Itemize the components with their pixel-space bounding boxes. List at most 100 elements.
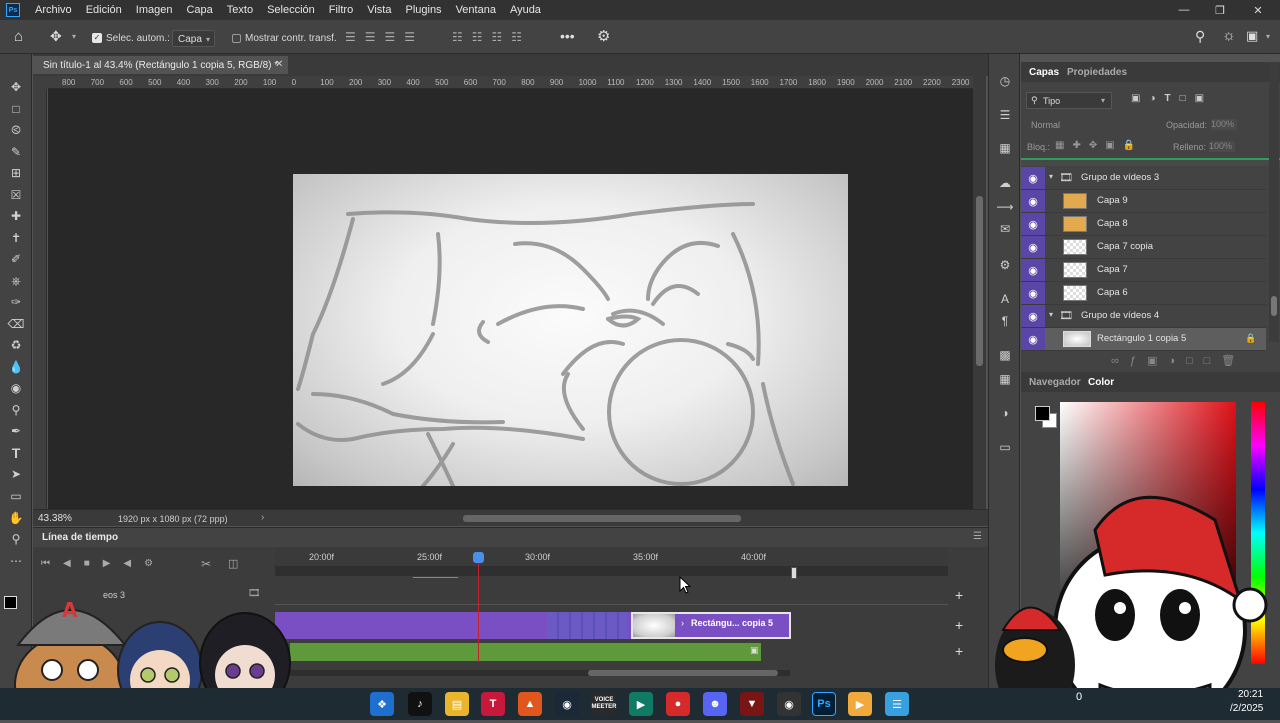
close-icon[interactable]: ✕ [1240,0,1276,20]
tiktok-icon[interactable]: ♪ [408,692,432,716]
opacity-value[interactable]: 100% [1211,119,1237,130]
align-icons[interactable]: ☰☰☰☰ [345,30,424,44]
layer-row[interactable]: ◉ ▾ 🎞 Grupo de vídeos 3 [1021,167,1266,190]
chevron-down-icon[interactable]: ▾ [72,32,76,41]
eye-icon[interactable]: ◉ [1021,328,1045,350]
playback-controls[interactable]: ⏮◀■▶◀⚙ [41,558,166,569]
eye-icon[interactable]: ◉ [1021,167,1045,189]
swatches-icon[interactable]: ▦ [996,370,1014,388]
layer-row[interactable]: ◉ Capa 9 [1021,190,1266,213]
gear-icon[interactable]: ⚙ [597,27,610,45]
eye-icon[interactable]: ◉ [1021,259,1045,281]
audio-track-clip[interactable]: ▣ [290,643,761,661]
tab-color[interactable]: Color [1088,377,1114,388]
app-icon[interactable]: ● [666,692,690,716]
type-tool-icon[interactable]: T [7,444,25,462]
paint-bucket-icon[interactable]: ♻ [7,336,25,354]
photoshop-icon[interactable]: Ps [812,692,836,716]
app-icon[interactable]: ▶ [629,692,653,716]
menu-imagen[interactable]: Imagen [129,4,180,16]
menu-ayuda[interactable]: Ayuda [503,4,548,16]
layers-scrollbar[interactable] [1269,62,1279,342]
brushes-icon[interactable]: ⚙ [996,256,1014,274]
clip-segments[interactable] [547,612,627,639]
layer-actions-icons[interactable]: ∞ƒ▣◑□□🗑 [1111,354,1246,367]
color-icon[interactable]: ◑ [996,404,1014,422]
menu-plugins[interactable]: Plugins [398,4,448,16]
tab-propiedades[interactable]: Propiedades [1067,67,1127,78]
vertical-scrollbar[interactable] [973,76,986,509]
horizontal-scrollbar-thumb[interactable] [463,515,741,522]
scrollbar-thumb[interactable] [1271,296,1277,316]
tab-navegador[interactable]: Navegador [1029,377,1081,388]
menu-vista[interactable]: Vista [360,4,398,16]
home-icon[interactable]: ⌂ [14,28,32,46]
search-icon[interactable]: ⚲ [1195,28,1205,45]
add-media-icon[interactable]: + [955,617,963,633]
show-transform-checkbox[interactable] [232,34,241,43]
comment-icon[interactable]: ✉ [996,220,1014,238]
quick-select-tool-icon[interactable]: ✎ [7,143,25,161]
gradient-icon[interactable]: ▩ [996,346,1014,364]
restore-icon[interactable]: ❐ [1202,0,1238,20]
auto-select-checkbox[interactable]: ✓ [92,33,102,43]
dodge-tool-icon[interactable]: ◉ [7,379,25,397]
clock-date[interactable]: /2/2025 [1230,703,1263,714]
layer-row[interactable]: ◉ Capa 7 [1021,259,1266,282]
layer-row-selected[interactable]: ◉ Rectángulo 1 copia 5 🔒 [1021,328,1266,351]
folder-icon[interactable]: ▤ [445,692,469,716]
hand-tool-icon[interactable]: ✋ [7,509,25,527]
playhead-handle[interactable] [473,552,484,563]
sponge-tool-icon[interactable]: ⚲ [7,401,25,419]
menu-archivo[interactable]: Archivo [28,4,79,16]
voicemeeter-icon[interactable]: VOICE MEETER [592,692,617,716]
chevron-right-icon[interactable]: › [261,512,264,523]
healing-tool-icon[interactable]: ✝ [7,229,25,247]
app-icon[interactable]: ▼ [740,692,764,716]
timeline-scrollbar[interactable] [290,670,790,676]
stamp-tool-icon[interactable]: ⎈ [7,272,25,290]
scissors-icon[interactable]: ✂ [201,557,211,571]
rectangle-tool-icon[interactable]: ▭ [7,487,25,505]
chevron-down-icon[interactable]: ▾ [1049,310,1053,319]
fill-value[interactable]: 100% [1209,141,1235,152]
media-icon[interactable]: ▶ [848,692,872,716]
marquee-tool-icon[interactable]: □ [7,100,25,118]
layer-row[interactable]: ◉ Capa 8 [1021,213,1266,236]
add-media-icon[interactable]: + [955,587,963,603]
brush-tool-icon[interactable]: ✐ [7,250,25,268]
eye-icon[interactable]: ◉ [1021,282,1045,304]
layer-row[interactable]: ◉ Capa 7 copia [1021,236,1266,259]
frame-tool-icon[interactable]: ☒ [7,186,25,204]
notepad-icon[interactable]: ☰ [885,692,909,716]
lasso-tool-icon[interactable]: ⧀ [7,121,25,139]
eye-icon[interactable]: ◉ [1021,236,1045,258]
pen-tool-icon[interactable]: ✒ [7,422,25,440]
clock-time[interactable]: 20:21 [1238,689,1263,700]
workspace-icon[interactable]: ▣ [1246,28,1258,44]
menu-capa[interactable]: Capa [179,4,219,16]
distribute-icons[interactable]: ☷☷☷☷ [452,30,531,44]
crop-tool-icon[interactable]: ⊞ [7,164,25,182]
eyedropper-tool-icon[interactable]: ✚ [7,207,25,225]
text-app-icon[interactable]: T [481,692,505,716]
eye-icon[interactable]: ◉ [1021,213,1045,235]
eraser-tool-icon[interactable]: ⌫ [7,315,25,333]
work-area-end-handle[interactable] [791,567,797,579]
foreground-color-swatch[interactable] [1035,406,1050,421]
chevron-down-icon[interactable]: ▾ [1049,172,1053,181]
steam-icon[interactable]: ◉ [555,692,579,716]
menu-seleccion[interactable]: Selección [260,4,322,16]
eye-icon[interactable]: ◉ [1021,305,1045,327]
character-icon[interactable]: A [996,290,1014,308]
paragraph-icon[interactable]: ¶ [996,312,1014,330]
work-area-bar[interactable] [275,566,948,576]
layer-row[interactable]: ◉ Capa 6 [1021,282,1266,305]
layer-filter-dropdown[interactable]: ⚲ Tipo ▾ [1026,92,1112,109]
history-icon[interactable]: ◷ [996,72,1014,90]
blend-mode[interactable]: Normal [1031,120,1060,130]
minimize-icon[interactable]: — [1166,0,1202,20]
discord-icon[interactable]: ☻ [703,692,727,716]
tab-capas[interactable]: Capas [1029,67,1059,78]
layer-filter-icons[interactable]: ▣◑T□▣ [1131,93,1213,104]
